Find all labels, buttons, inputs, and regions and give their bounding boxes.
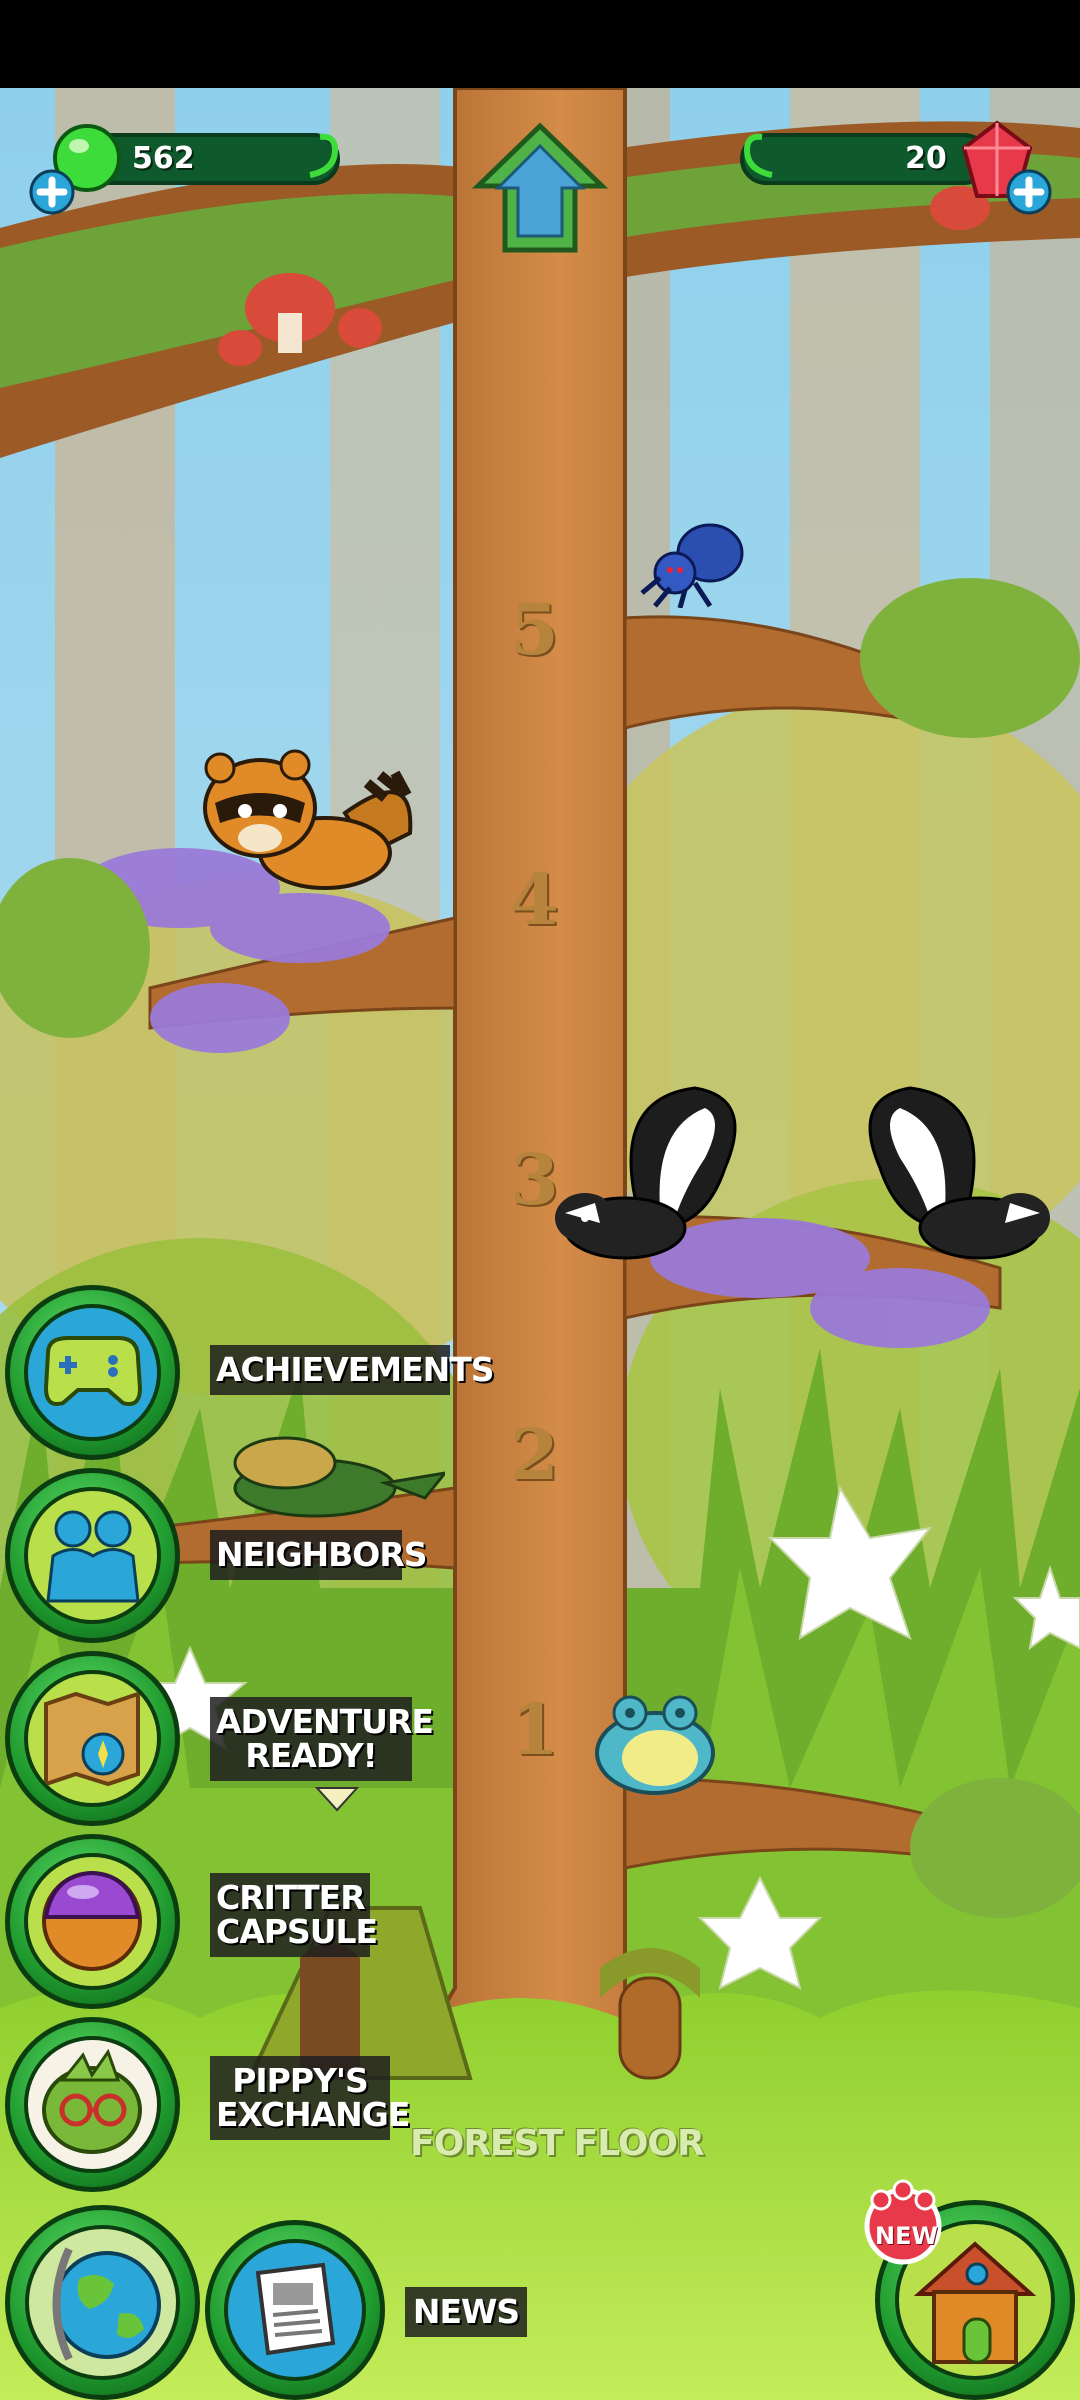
pippys-exchange-button-face — [24, 2036, 161, 2173]
home-up-button[interactable] — [470, 118, 610, 258]
new-badge-label: NEW — [875, 2222, 938, 2250]
achievements-label[interactable]: ACHIEVEMENTS — [210, 1345, 495, 1395]
newspaper-icon — [255, 2262, 336, 2356]
neighbors-button[interactable] — [5, 1468, 180, 1643]
tree-level-2: 2 — [510, 1413, 559, 1496]
news-button-face — [224, 2239, 366, 2381]
toad-critter[interactable] — [590, 1688, 720, 1798]
forest-floor-label: FOREST FLOOR — [410, 2123, 705, 2164]
neighbors-label[interactable]: NEIGHBORS — [210, 1530, 428, 1580]
leaf-count: 562 — [132, 141, 195, 176]
add-gems-button[interactable] — [1005, 168, 1053, 216]
vine-icon — [309, 133, 339, 178]
people-icon — [46, 1510, 140, 1603]
map-compass-icon — [44, 1691, 140, 1787]
news-button[interactable] — [205, 2220, 385, 2400]
capsule-icon — [42, 1870, 142, 1971]
critter-capsule-label[interactable]: CRITTER CAPSULE — [210, 1873, 378, 1957]
add-leaves-button[interactable] — [28, 168, 76, 216]
adventure-button[interactable] — [5, 1651, 180, 1826]
gamepad-icon — [43, 1336, 143, 1406]
achievements-button-face — [24, 1304, 161, 1441]
lizard-critter[interactable] — [225, 1428, 445, 1538]
spider-critter[interactable] — [640, 518, 750, 608]
tree-level-3: 3 — [510, 1138, 559, 1221]
tree-level-5: 5 — [510, 588, 559, 671]
raccoon-critter[interactable] — [195, 743, 425, 903]
chevron-down-icon — [315, 1787, 359, 1812]
tree-level-1: 1 — [510, 1688, 559, 1771]
critter-capsule-button[interactable] — [5, 1834, 180, 2009]
critter-capsule-button-face — [24, 1853, 161, 1990]
skunk-critter-right[interactable] — [850, 1078, 1050, 1278]
adventure-button-face — [24, 1670, 161, 1807]
neighbors-button-face — [24, 1487, 161, 1624]
pippys-exchange-label[interactable]: PIPPY'S EXCHANGE — [210, 2056, 410, 2140]
gem-count: 20 — [905, 141, 947, 176]
skunk-critter-left[interactable] — [555, 1078, 755, 1278]
tree-level-4: 4 — [510, 858, 559, 941]
pippy-avatar-icon — [42, 2048, 142, 2154]
globe-icon — [52, 2247, 161, 2361]
world-map-button-face — [25, 2225, 180, 2380]
vine-icon — [743, 133, 773, 178]
news-label[interactable]: NEWS — [405, 2287, 527, 2337]
adventure-label[interactable]: ADVENTURE READY! — [210, 1697, 434, 1781]
world-map-button[interactable] — [5, 2205, 200, 2400]
achievements-button[interactable] — [5, 1285, 180, 1460]
pippys-exchange-button[interactable] — [5, 2017, 180, 2192]
